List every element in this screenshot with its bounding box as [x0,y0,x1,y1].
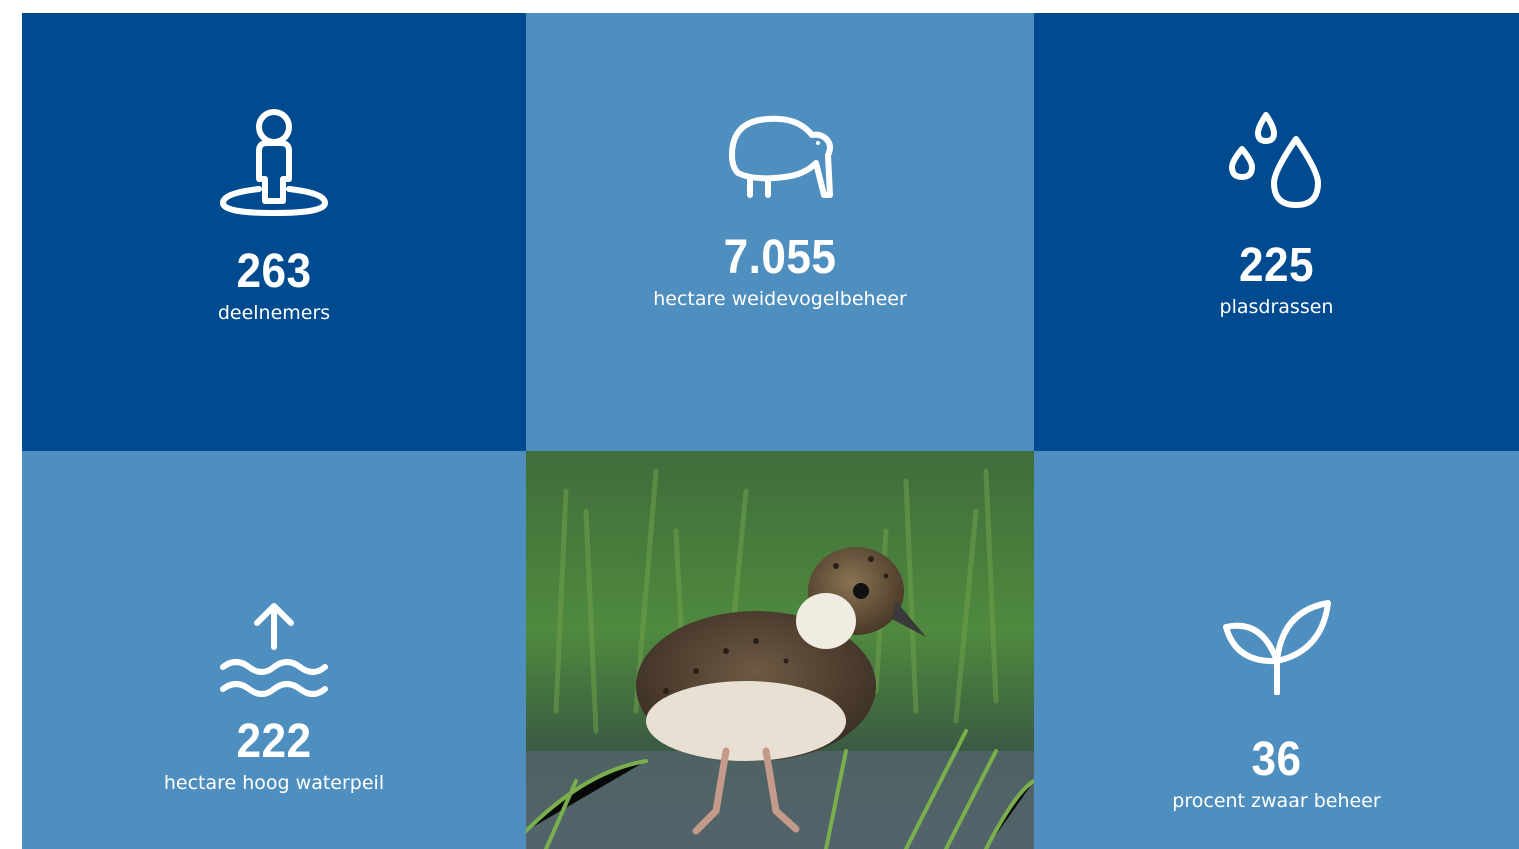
stat-label: hectare weidevogelbeheer [653,288,907,310]
stat-tile-heavy-management: 36 procent zwaar beheer [1034,451,1519,849]
water-drops-icon [1034,109,1519,209]
stat-label: hectare hoog waterpeil [163,772,385,794]
stat-tile-high-water-level: 222 hectare hoog waterpeil [22,451,526,849]
kiwi-bird-icon [526,115,1034,201]
stat-value: 263 [236,245,312,298]
stat-value: 36 [1251,733,1302,786]
stat-value: 222 [236,715,312,768]
stat-label: deelnemers [217,302,331,324]
sprout-icon [1034,599,1519,695]
stat-label: plasdrassen [1219,296,1334,318]
stats-grid: 263 deelnemers 7.055 hectare weidevogelb… [22,13,1519,849]
stat-value: 225 [1238,239,1315,292]
water-level-up-icon [22,601,526,697]
lapwing-chick-photo [526,451,1034,849]
stat-tile-wetlands: 225 plasdrassen [1034,13,1519,451]
stat-label: procent zwaar beheer [1172,790,1381,812]
stat-tile-participants: 263 deelnemers [22,13,526,451]
person-location-icon [22,105,526,217]
stat-tile-meadow-bird-management: 7.055 hectare weidevogelbeheer [526,13,1034,451]
stat-value: 7.055 [723,231,837,284]
